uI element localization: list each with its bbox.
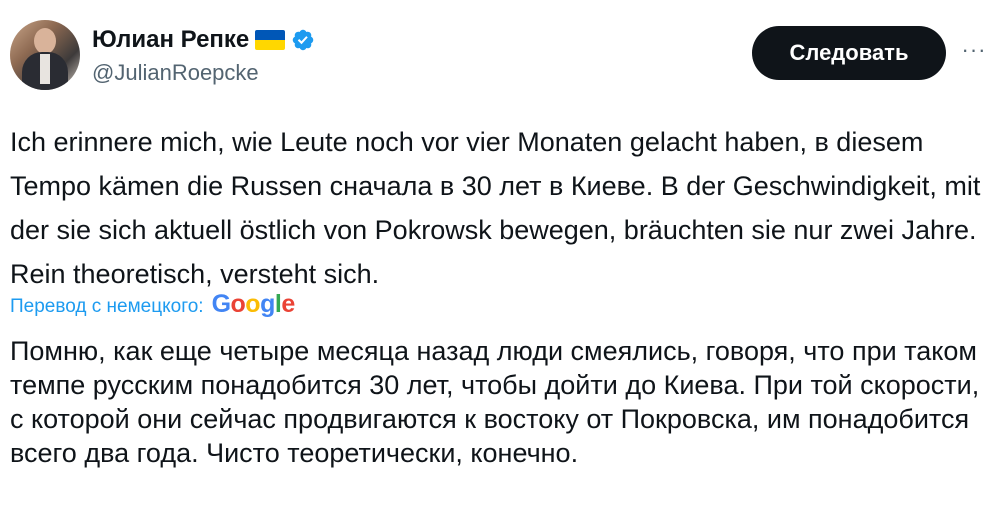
avatar-head-shape bbox=[34, 28, 56, 54]
tweet-original-text: Ich erinnere mich, wie Leute noch vor vi… bbox=[10, 127, 981, 289]
verified-badge-icon bbox=[293, 29, 314, 51]
author-name-row: Юлиан Репке bbox=[92, 26, 315, 54]
translation-attribution: Перевод с немецкого: Google bbox=[10, 290, 295, 319]
google-logo: Google bbox=[211, 290, 296, 318]
more-options-icon[interactable]: ··· bbox=[958, 34, 990, 66]
tweet-translated-text: Помню, как еще четыре месяца назад люди … bbox=[10, 336, 980, 468]
follow-button[interactable]: Следовать bbox=[752, 26, 946, 80]
translation-label[interactable]: Перевод с немецкого: bbox=[10, 296, 204, 318]
avatar[interactable] bbox=[10, 20, 80, 90]
ukraine-flag-icon bbox=[255, 30, 286, 50]
author-handle[interactable]: @JulianRoepcke bbox=[92, 60, 259, 86]
author-name[interactable]: Юлиан Репке bbox=[92, 26, 249, 54]
avatar-shirt-shape bbox=[40, 54, 50, 84]
